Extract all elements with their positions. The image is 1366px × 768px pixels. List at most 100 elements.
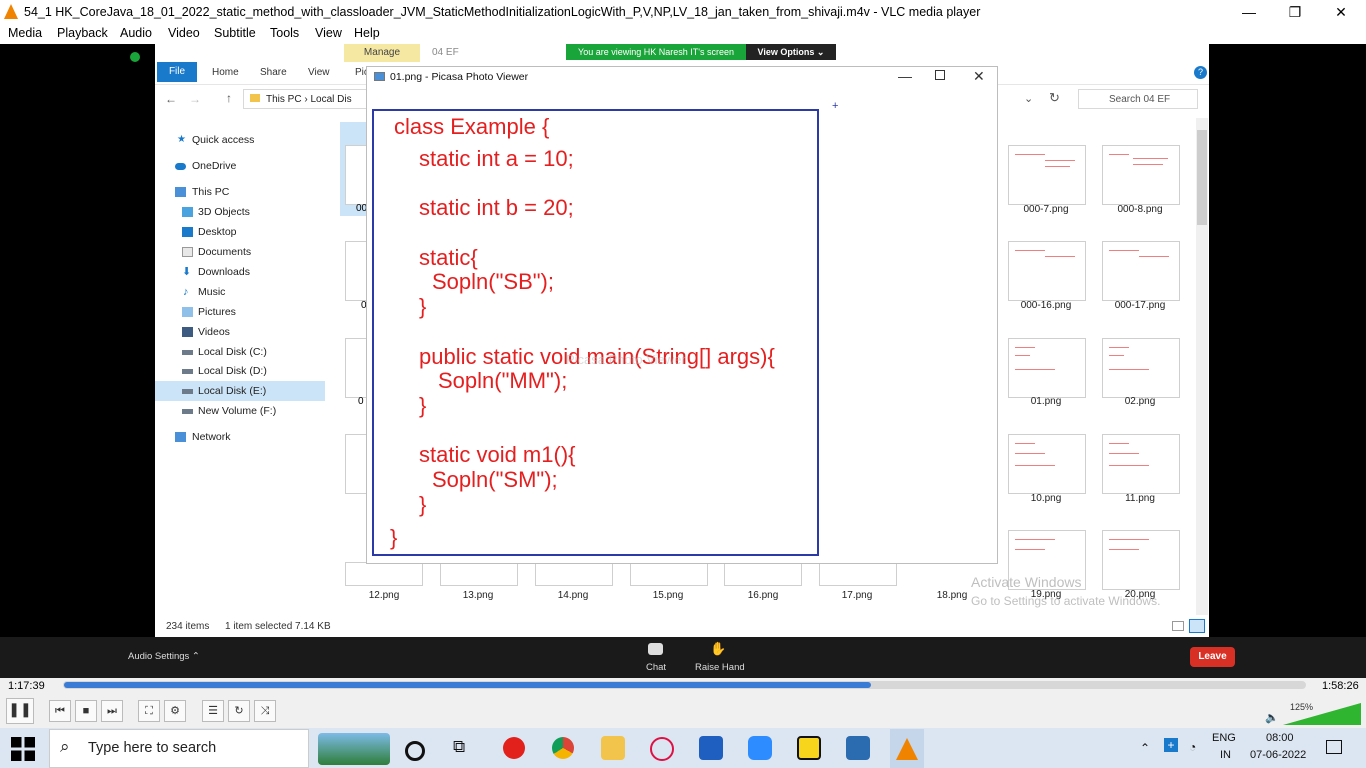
menu-subtitle[interactable]: Subtitle: [214, 26, 256, 40]
nav-pictures[interactable]: Pictures: [155, 302, 325, 322]
details-view-icon[interactable]: [1172, 621, 1184, 631]
cortana-icon[interactable]: [405, 741, 425, 761]
tab-file[interactable]: File: [157, 62, 197, 82]
maximize-button[interactable]: ❐: [1272, 2, 1318, 22]
forward-arrow-icon[interactable]: →: [189, 92, 201, 106]
region-indicator[interactable]: IN: [1220, 749, 1231, 761]
minimize-button[interactable]: —: [1226, 2, 1272, 22]
photos-icon[interactable]: [846, 736, 870, 760]
menu-media[interactable]: Media: [8, 26, 42, 40]
chat-icon[interactable]: [648, 643, 663, 655]
menu-view[interactable]: View: [315, 26, 342, 40]
nav-new-volume-f[interactable]: New Volume (F:): [155, 401, 325, 421]
raise-hand-button[interactable]: Raise Hand: [695, 662, 745, 673]
file-thumbnail[interactable]: [345, 434, 367, 494]
notification-icon[interactable]: [1326, 740, 1342, 754]
file-thumbnail[interactable]: [1008, 145, 1086, 205]
file-thumbnail[interactable]: [1008, 434, 1086, 494]
large-icons-view-icon[interactable]: [1189, 619, 1205, 633]
file-thumbnail[interactable]: [1102, 530, 1180, 590]
refresh-icon[interactable]: ↻: [1049, 90, 1060, 106]
address-segment-local-disk[interactable]: Local Dis: [310, 94, 351, 105]
up-arrow-icon[interactable]: ↑: [226, 91, 232, 105]
chevron-up-icon[interactable]: ⌃: [1140, 741, 1150, 755]
task-view-icon[interactable]: ⧉: [453, 737, 477, 761]
nav-desktop[interactable]: Desktop: [155, 222, 325, 242]
file-thumbnail[interactable]: [1102, 338, 1180, 398]
language-indicator[interactable]: ENG: [1212, 732, 1236, 744]
raise-hand-icon[interactable]: ✋: [710, 641, 726, 657]
nav-local-disk-c[interactable]: Local Disk (C:): [155, 342, 325, 362]
zoom-app-icon[interactable]: [748, 736, 772, 760]
menu-audio[interactable]: Audio: [120, 26, 152, 40]
picasa-minimize-button[interactable]: —: [898, 68, 912, 84]
store-icon[interactable]: [699, 736, 723, 760]
menu-video[interactable]: Video: [168, 26, 200, 40]
clock-time[interactable]: 08:00: [1266, 732, 1294, 744]
extended-settings-button[interactable]: ⚙: [164, 700, 186, 722]
address-bar[interactable]: This PC › Local Dis: [243, 89, 367, 109]
nav-music[interactable]: ♪ Music: [155, 282, 325, 302]
address-dropdown-icon[interactable]: ⌄: [1024, 92, 1033, 105]
nav-quick-access[interactable]: ★ Quick access: [155, 130, 325, 150]
menu-help[interactable]: Help: [354, 26, 380, 40]
file-thumbnail[interactable]: [1008, 241, 1086, 301]
tab-share[interactable]: Share: [260, 67, 287, 78]
nav-local-disk-e[interactable]: Local Disk (E:): [155, 381, 325, 401]
stop-button[interactable]: ■: [75, 700, 97, 722]
explorer-search-input[interactable]: Search 04 EF: [1078, 89, 1198, 109]
help-icon[interactable]: ?: [1194, 66, 1207, 79]
audio-settings-button[interactable]: Audio Settings ⌃: [128, 651, 200, 662]
nav-this-pc[interactable]: This PC: [155, 182, 325, 202]
file-thumbnail[interactable]: [345, 145, 367, 205]
recorder-icon[interactable]: [503, 737, 525, 759]
leave-button[interactable]: Leave: [1190, 647, 1235, 667]
close-button[interactable]: ✕: [1318, 2, 1364, 22]
file-thumbnail[interactable]: [345, 562, 423, 586]
next-button[interactable]: ⏭: [101, 700, 123, 722]
menu-tools[interactable]: Tools: [270, 26, 299, 40]
file-thumbnail[interactable]: [1102, 434, 1180, 494]
file-thumbnail[interactable]: [1008, 338, 1086, 398]
manage-tab[interactable]: Manage: [344, 44, 420, 62]
speaker-icon[interactable]: 🔈: [1265, 711, 1279, 724]
file-thumbnail[interactable]: [1102, 145, 1180, 205]
menu-playback[interactable]: Playback: [57, 26, 108, 40]
nav-downloads[interactable]: ⬇ Downloads: [155, 262, 325, 282]
windows-start-icon[interactable]: [8, 734, 38, 764]
previous-button[interactable]: ⏮: [49, 700, 71, 722]
picasa-close-button[interactable]: ✕: [973, 68, 985, 85]
address-segment-this-pc[interactable]: This PC: [266, 94, 302, 105]
network-icon[interactable]: ◔: [1189, 740, 1196, 754]
playlist-button[interactable]: ☰: [202, 700, 224, 722]
pause-button[interactable]: ❚❚: [6, 698, 34, 724]
file-thumbnail[interactable]: [724, 562, 802, 586]
file-thumbnail[interactable]: [535, 562, 613, 586]
file-thumbnail[interactable]: [345, 241, 367, 301]
sticky-notes-icon[interactable]: [797, 736, 821, 760]
tab-view[interactable]: View: [308, 67, 330, 78]
view-options-button[interactable]: View Options ⌄: [746, 44, 836, 60]
file-thumbnail[interactable]: [1102, 241, 1180, 301]
picasa-maximize-button[interactable]: [935, 70, 945, 80]
volume-slider[interactable]: [1283, 703, 1361, 725]
clock-date[interactable]: 07-06-2022: [1250, 749, 1306, 761]
plus-icon[interactable]: +: [1164, 738, 1178, 752]
file-explorer-icon[interactable]: [601, 736, 625, 760]
nav-3d-objects[interactable]: 3D Objects: [155, 202, 325, 222]
scrollbar-thumb[interactable]: [1197, 130, 1207, 225]
tab-home[interactable]: Home: [212, 67, 239, 78]
file-thumbnail[interactable]: [819, 562, 897, 586]
chrome-icon[interactable]: [552, 737, 574, 759]
file-thumbnail[interactable]: [630, 562, 708, 586]
fullscreen-button[interactable]: ⛶: [138, 700, 160, 722]
nav-documents[interactable]: Documents: [155, 242, 325, 262]
shuffle-button[interactable]: ⤨: [254, 700, 276, 722]
back-arrow-icon[interactable]: ←: [165, 92, 177, 106]
file-thumbnail[interactable]: [440, 562, 518, 586]
nav-network[interactable]: Network: [155, 427, 325, 447]
nav-onedrive[interactable]: OneDrive: [155, 156, 325, 176]
chat-button[interactable]: Chat: [646, 662, 666, 673]
snipping-tool-icon[interactable]: [650, 737, 674, 761]
loop-button[interactable]: ↻: [228, 700, 250, 722]
